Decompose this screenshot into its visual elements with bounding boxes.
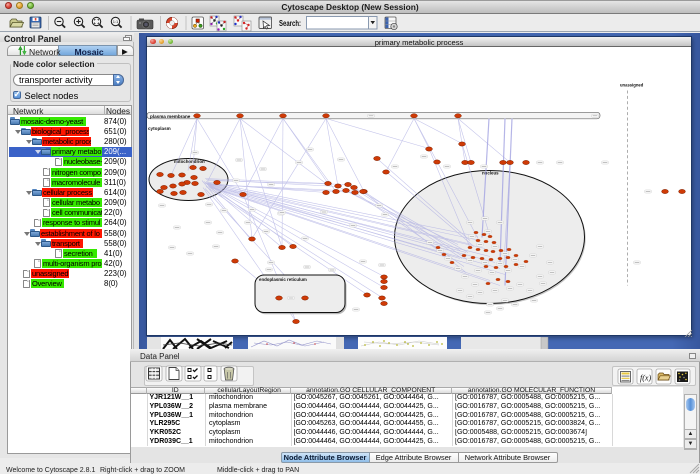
svg-text:f(x): f(x) bbox=[640, 374, 651, 383]
svg-text:plasma membrane: plasma membrane bbox=[150, 113, 191, 118]
svg-text:endoplasmic reticulum: endoplasmic reticulum bbox=[259, 277, 307, 282]
svg-text:nucleus: nucleus bbox=[482, 170, 499, 175]
svg-text:Search:: Search: bbox=[279, 18, 301, 28]
svg-text:unassigned: unassigned bbox=[620, 82, 644, 87]
svg-text:1:1: 1:1 bbox=[113, 19, 119, 24]
svg-text:cytoplasm: cytoplasm bbox=[148, 126, 171, 131]
